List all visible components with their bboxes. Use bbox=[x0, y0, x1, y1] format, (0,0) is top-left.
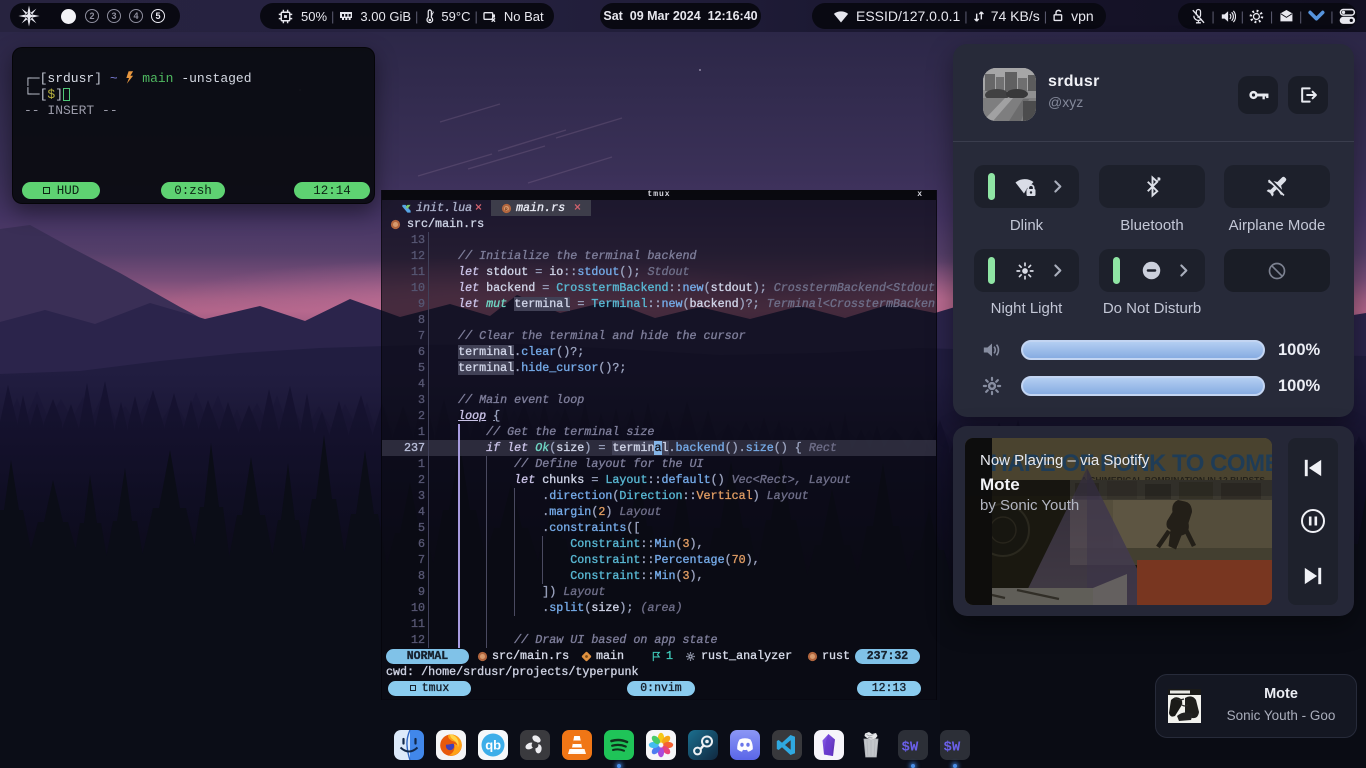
svg-text:R: R bbox=[505, 206, 508, 212]
svg-text:$W: $W bbox=[944, 740, 961, 756]
svg-text:qb: qb bbox=[485, 738, 501, 753]
svg-text:$W: $W bbox=[902, 740, 919, 756]
